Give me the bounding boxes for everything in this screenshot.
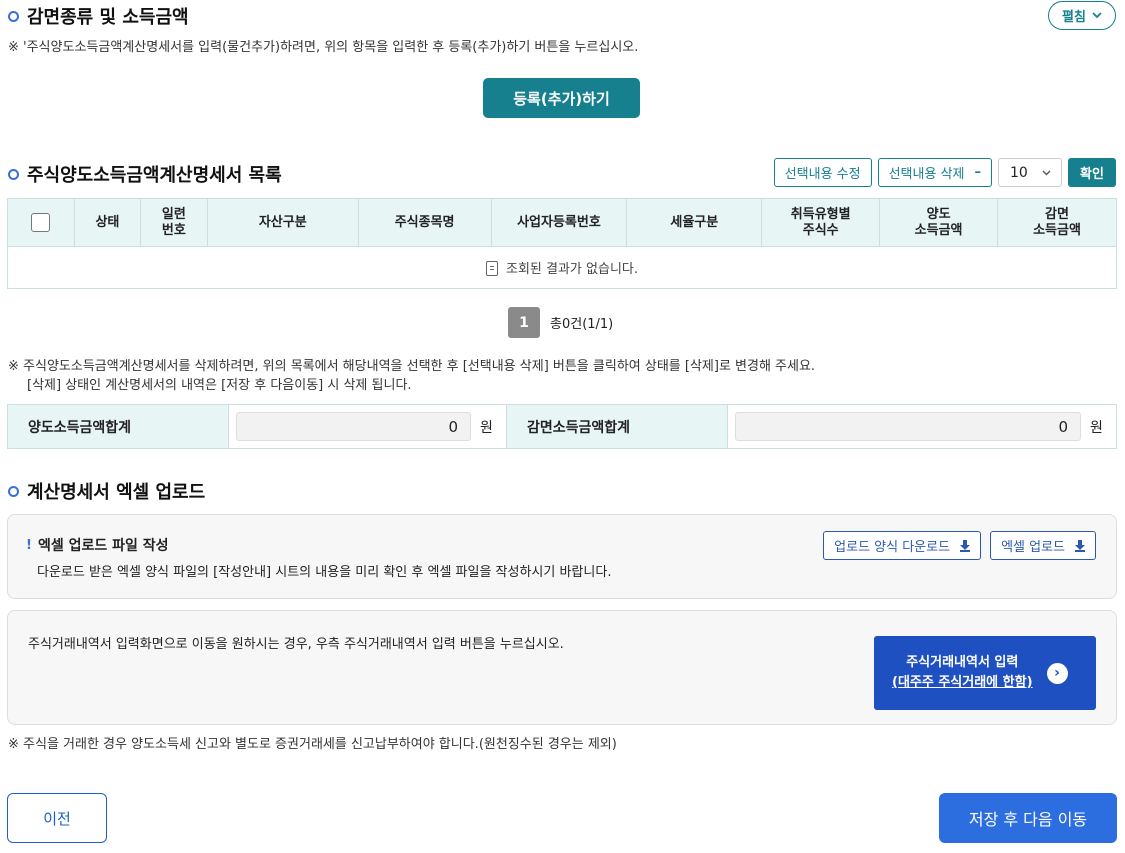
column-header: 양도 소득금액 [879, 198, 999, 247]
stock-trade-input-button[interactable]: 주식거래내역서 입력 (대주주 주식거래에 한함) › [874, 636, 1096, 710]
confirm-button[interactable]: 확인 [1068, 158, 1116, 187]
download-icon [1075, 539, 1085, 552]
list-toolbar: 선택내용 수정 선택내용 삭제 – 10 확인 [773, 158, 1116, 187]
download-template-button[interactable]: 업로드 양식 다운로드 [823, 531, 982, 560]
securities-tax-note: ※ 주식을 거래한 경우 양도소득세 신고와 별도로 증권거래세를 신고납부하여… [8, 737, 617, 752]
section-title-excel: 계산명세서 엑셀 업로드 [8, 478, 205, 504]
stock-trade-desc: 주식거래내역서 입력화면으로 이동을 원하시는 경우, 우측 주식거래내역서 입… [28, 637, 564, 652]
excel-upload-button[interactable]: 엑셀 업로드 [990, 531, 1096, 560]
arrow-right-icon: › [1046, 662, 1068, 684]
bullet-icon [8, 485, 19, 497]
column-header: 감면 소득금액 [997, 198, 1117, 247]
column-header: 취득유형별 주식수 [761, 198, 881, 247]
page-size-select[interactable]: 10 [998, 158, 1062, 187]
column-header: 주식종목명 [357, 198, 492, 247]
bullet-icon [8, 168, 19, 180]
sum-row: 양도소득금액합계 0 원 감면소득금액합계 0 원 [7, 404, 1117, 449]
select-all-checkbox[interactable] [31, 213, 51, 232]
exclamation-icon: ! [26, 537, 32, 553]
excel-panel-title: ! 엑셀 업로드 파일 작성 [26, 537, 169, 555]
delete-selected-button[interactable]: 선택내용 삭제 – [877, 158, 992, 187]
edit-selected-button[interactable]: 선택내용 수정 [773, 158, 872, 187]
section-title-list: 주식양도소득금액계산명세서 목록 [8, 161, 282, 187]
download-icon [960, 539, 971, 552]
register-add-button[interactable]: 등록(추가)하기 [483, 78, 640, 118]
transfer-sum-cell: 0 원 [229, 405, 507, 448]
bullet-icon [8, 10, 19, 22]
document-icon [486, 261, 498, 276]
excel-panel-desc: 다운로드 받은 엑셀 양식 파일의 [작성안내] 시트의 내용을 미리 확인 후… [37, 565, 612, 580]
page-button-current[interactable]: 1 [508, 307, 540, 338]
delete-note: ※ 주식양도소득금액계산명세서를 삭제하려면, 위의 목록에서 해당내역을 선택… [8, 359, 816, 393]
stock-trade-panel: 주식거래내역서 입력화면으로 이동을 원하시는 경우, 우측 주식거래내역서 입… [7, 610, 1117, 725]
pagination: 1 총0건(1/1) [508, 307, 613, 338]
prev-button[interactable]: 이전 [7, 793, 107, 843]
save-next-button[interactable]: 저장 후 다음 이동 [939, 793, 1117, 843]
empty-row: 조회된 결과가 없습니다. [7, 246, 1117, 289]
reduction-sum-field: 0 [735, 412, 1081, 441]
column-header: 자산구분 [206, 198, 359, 247]
expand-toggle-button[interactable]: 펼침 [1048, 1, 1116, 30]
select-all-header [7, 198, 75, 247]
section-title-reduction: 감면종류 및 소득금액 [8, 3, 189, 29]
pagination-total: 총0건(1/1) [550, 317, 614, 332]
transfer-sum-label: 양도소득금액합계 [8, 405, 229, 448]
reduction-sum-label: 감면소득금액합계 [507, 405, 728, 448]
excel-buttons: 업로드 양식 다운로드 엑셀 업로드 [823, 531, 1096, 560]
transfer-sum-field: 0 [236, 412, 471, 441]
empty-message: 조회된 결과가 없습니다. [7, 246, 1117, 289]
column-header: 사업자등록번호 [490, 198, 628, 247]
excel-upload-panel: ! 엑셀 업로드 파일 작성 다운로드 받은 엑셀 양식 파일의 [작성안내] … [7, 514, 1117, 599]
table-header-row: 상태 일련 번호 자산구분 주식종목명 사업자등록번호 세율구분 취득유형별 주식수… [7, 198, 1117, 247]
reduction-sum-cell: 0 원 [728, 405, 1116, 448]
minus-icon: – [974, 165, 982, 180]
column-header: 일련 번호 [139, 198, 208, 247]
chevron-down-icon [1042, 170, 1051, 175]
column-header: 세율구분 [626, 198, 763, 247]
column-header: 상태 [73, 198, 141, 247]
register-note: ※ '주식양도소득금액계산명세서를 입력(물건추가)하려면, 위의 항목을 입력… [8, 40, 639, 55]
chevron-down-icon [1092, 12, 1102, 19]
statement-table: 상태 일련 번호 자산구분 주식종목명 사업자등록번호 세율구분 취득유형별 주식수… [7, 198, 1117, 289]
